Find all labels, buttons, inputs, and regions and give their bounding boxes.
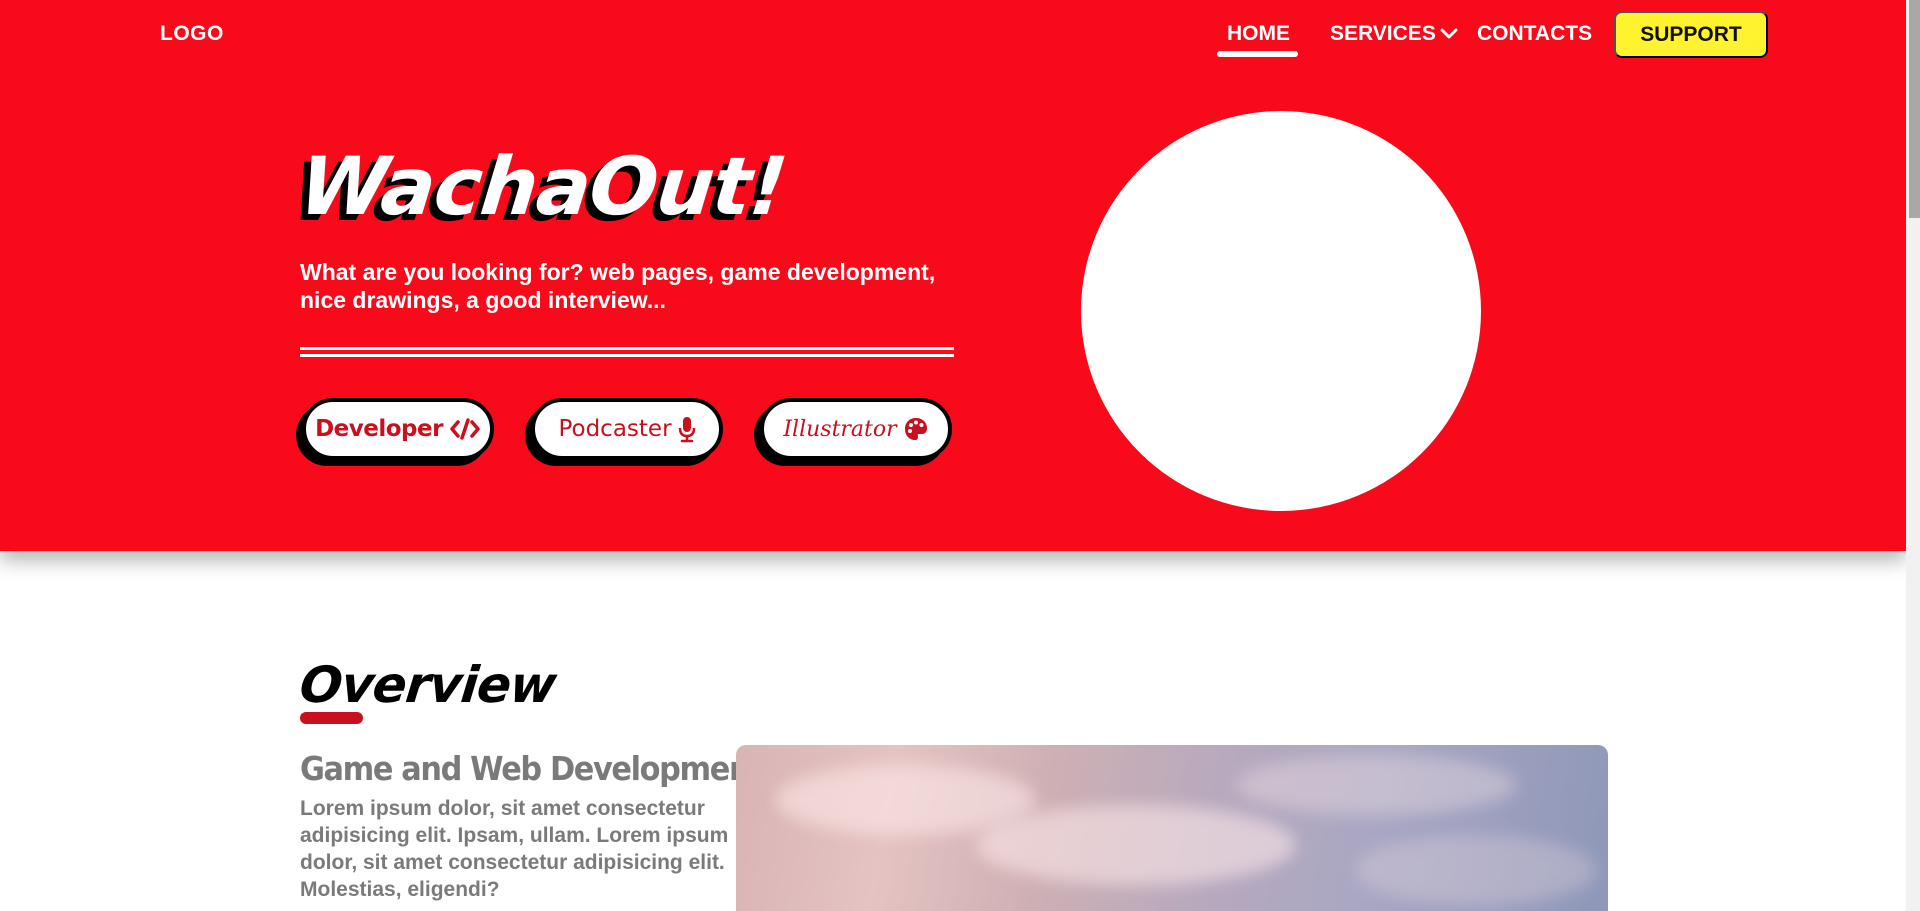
podcaster-label: Podcaster	[558, 416, 672, 442]
developer-label: Developer	[315, 416, 443, 442]
overview-title: Overview	[296, 656, 559, 714]
overview-underline	[300, 712, 363, 724]
microphone-icon	[678, 417, 695, 443]
code-icon	[450, 418, 480, 440]
section-body: Lorem ipsum dolor, sit amet consectetur …	[300, 797, 729, 901]
chevron-down-icon	[1440, 28, 1458, 39]
hero-section: LOGO HOME SERVICES CONTACTS SUPPORT Wach…	[0, 0, 1906, 551]
page: LOGO HOME SERVICES CONTACTS SUPPORT Wach…	[0, 0, 1920, 911]
podcaster-button[interactable]: Podcaster	[531, 398, 723, 460]
cloud-shape	[1236, 755, 1516, 815]
hero-image-placeholder	[1081, 111, 1481, 511]
illustrator-label: Illustrator	[783, 416, 897, 442]
hero-subtitle: What are you looking for? web pages, gam…	[300, 259, 936, 313]
developer-button[interactable]: Developer	[302, 398, 494, 460]
nav-contacts[interactable]: CONTACTS	[1477, 22, 1592, 46]
hero-title: WachaOut!	[295, 140, 791, 233]
overview-sky-image	[736, 745, 1608, 911]
nav-services-label: SERVICES	[1330, 22, 1436, 45]
active-nav-indicator	[1217, 51, 1298, 57]
logo[interactable]: LOGO	[160, 22, 224, 46]
palette-icon	[904, 418, 927, 440]
illustrator-button[interactable]: Illustrator	[760, 398, 952, 460]
nav-home[interactable]: HOME	[1227, 22, 1290, 46]
scrollbar-thumb[interactable]	[1909, 0, 1920, 218]
support-button[interactable]: SUPPORT	[1614, 11, 1768, 58]
hero-divider	[300, 347, 954, 357]
section-heading: Game and Web Development	[300, 749, 764, 788]
cloud-shape	[1356, 835, 1596, 905]
nav-services[interactable]: SERVICES	[1330, 22, 1458, 46]
cloud-shape	[976, 805, 1296, 885]
